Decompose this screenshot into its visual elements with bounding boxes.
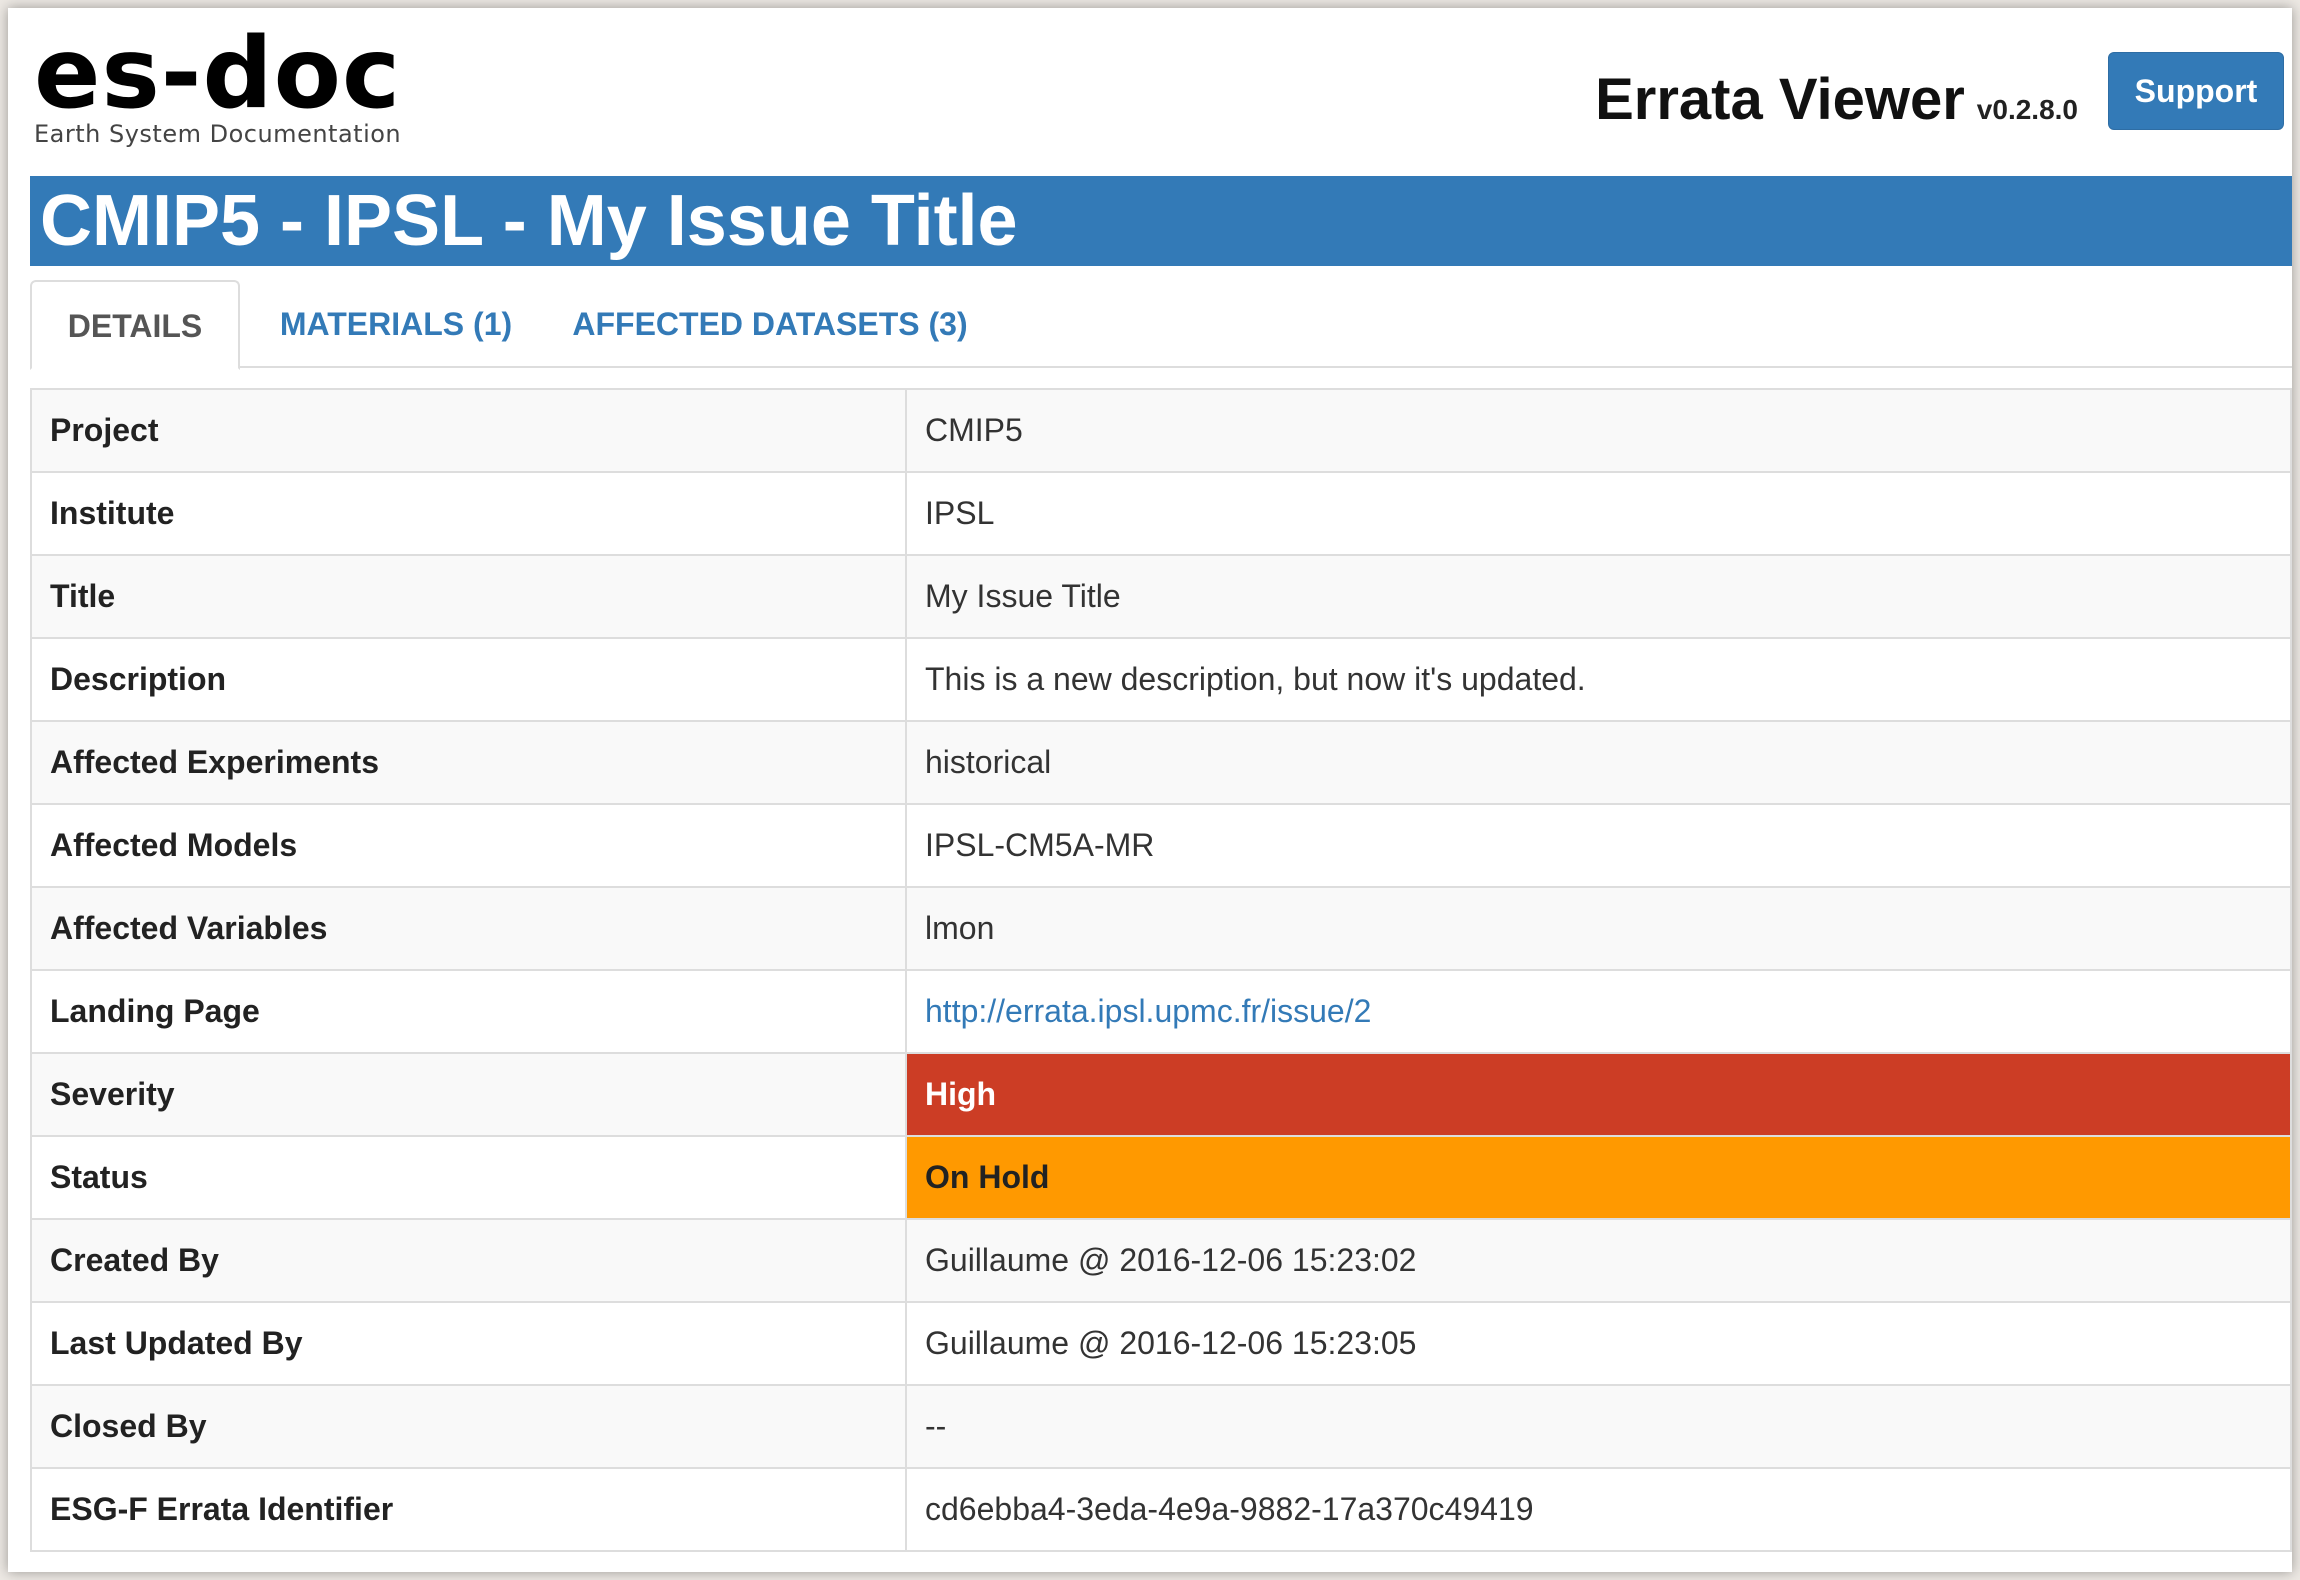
table-row-affected-experiments: Affected Experiments historical <box>30 720 2292 805</box>
app-window: es-doc Earth System Documentation Errata… <box>8 8 2292 1572</box>
row-value: IPSL-CM5A-MR <box>905 803 2292 888</box>
app-title: Errata Viewer v0.2.8.0 <box>1595 66 2078 133</box>
table-row-affected-variables: Affected Variables lmon <box>30 886 2292 971</box>
table-row-landing-page: Landing Page http://errata.ipsl.upmc.fr/… <box>30 969 2292 1054</box>
table-row-created-by: Created By Guillaume @ 2016-12-06 15:23:… <box>30 1218 2292 1303</box>
status-badge: On Hold <box>905 1135 2292 1220</box>
row-label: Affected Experiments <box>30 720 907 805</box>
table-row-title: Title My Issue Title <box>30 554 2292 639</box>
row-value: CMIP5 <box>905 388 2292 473</box>
tab-details[interactable]: DETAILS <box>30 280 240 370</box>
table-row-severity: Severity High <box>30 1052 2292 1137</box>
row-label: Description <box>30 637 907 722</box>
row-value: This is a new description, but now it's … <box>905 637 2292 722</box>
row-value: Guillaume @ 2016-12-06 15:23:02 <box>905 1218 2292 1303</box>
row-label: Title <box>30 554 907 639</box>
support-button[interactable]: Support <box>2108 52 2284 130</box>
row-value: My Issue Title <box>905 554 2292 639</box>
row-label: Created By <box>30 1218 907 1303</box>
logo-subtitle: Earth System Documentation <box>34 120 402 148</box>
details-table-container: Project CMIP5 Institute IPSL Title My Is… <box>30 388 2292 1552</box>
row-label: Closed By <box>30 1384 907 1469</box>
table-row-status: Status On Hold <box>30 1135 2292 1220</box>
table-row-last-updated-by: Last Updated By Guillaume @ 2016-12-06 1… <box>30 1301 2292 1386</box>
row-label: ESG-F Errata Identifier <box>30 1467 907 1552</box>
row-label: Status <box>30 1135 907 1220</box>
row-label: Project <box>30 388 907 473</box>
table-row-institute: Institute IPSL <box>30 471 2292 556</box>
table-row-errata-identifier: ESG-F Errata Identifier cd6ebba4-3eda-4e… <box>30 1467 2292 1552</box>
row-value: historical <box>905 720 2292 805</box>
page-title: CMIP5 - IPSL - My Issue Title <box>30 176 2292 266</box>
app-version: v0.2.8.0 <box>1976 94 2078 125</box>
row-label: Affected Models <box>30 803 907 888</box>
row-label: Affected Variables <box>30 886 907 971</box>
severity-badge: High <box>905 1052 2292 1137</box>
tab-materials[interactable]: MATERIALS (1) <box>266 280 526 370</box>
details-table: Project CMIP5 Institute IPSL Title My Is… <box>30 388 2292 1552</box>
row-label: Institute <box>30 471 907 556</box>
logo-text: es-doc <box>34 17 402 131</box>
table-row-description: Description This is a new description, b… <box>30 637 2292 722</box>
landing-page-link[interactable]: http://errata.ipsl.upmc.fr/issue/2 <box>905 969 2292 1054</box>
row-value: lmon <box>905 886 2292 971</box>
row-value: IPSL <box>905 471 2292 556</box>
row-value: Guillaume @ 2016-12-06 15:23:05 <box>905 1301 2292 1386</box>
tab-bar: DETAILS MATERIALS (1) AFFECTED DATASETS … <box>30 272 2292 370</box>
table-row-closed-by: Closed By -- <box>30 1384 2292 1469</box>
row-label: Last Updated By <box>30 1301 907 1386</box>
tab-affected-datasets[interactable]: AFFECTED DATASETS (3) <box>570 280 970 370</box>
row-value: cd6ebba4-3eda-4e9a-9882-17a370c49419 <box>905 1467 2292 1552</box>
table-row-project: Project CMIP5 <box>30 388 2292 473</box>
row-value: -- <box>905 1384 2292 1469</box>
table-row-affected-models: Affected Models IPSL-CM5A-MR <box>30 803 2292 888</box>
row-label: Landing Page <box>30 969 907 1054</box>
header: es-doc Earth System Documentation Errata… <box>8 8 2292 168</box>
row-label: Severity <box>30 1052 907 1137</box>
app-name: Errata Viewer <box>1595 67 1965 132</box>
esdoc-logo[interactable]: es-doc Earth System Documentation <box>34 24 401 148</box>
